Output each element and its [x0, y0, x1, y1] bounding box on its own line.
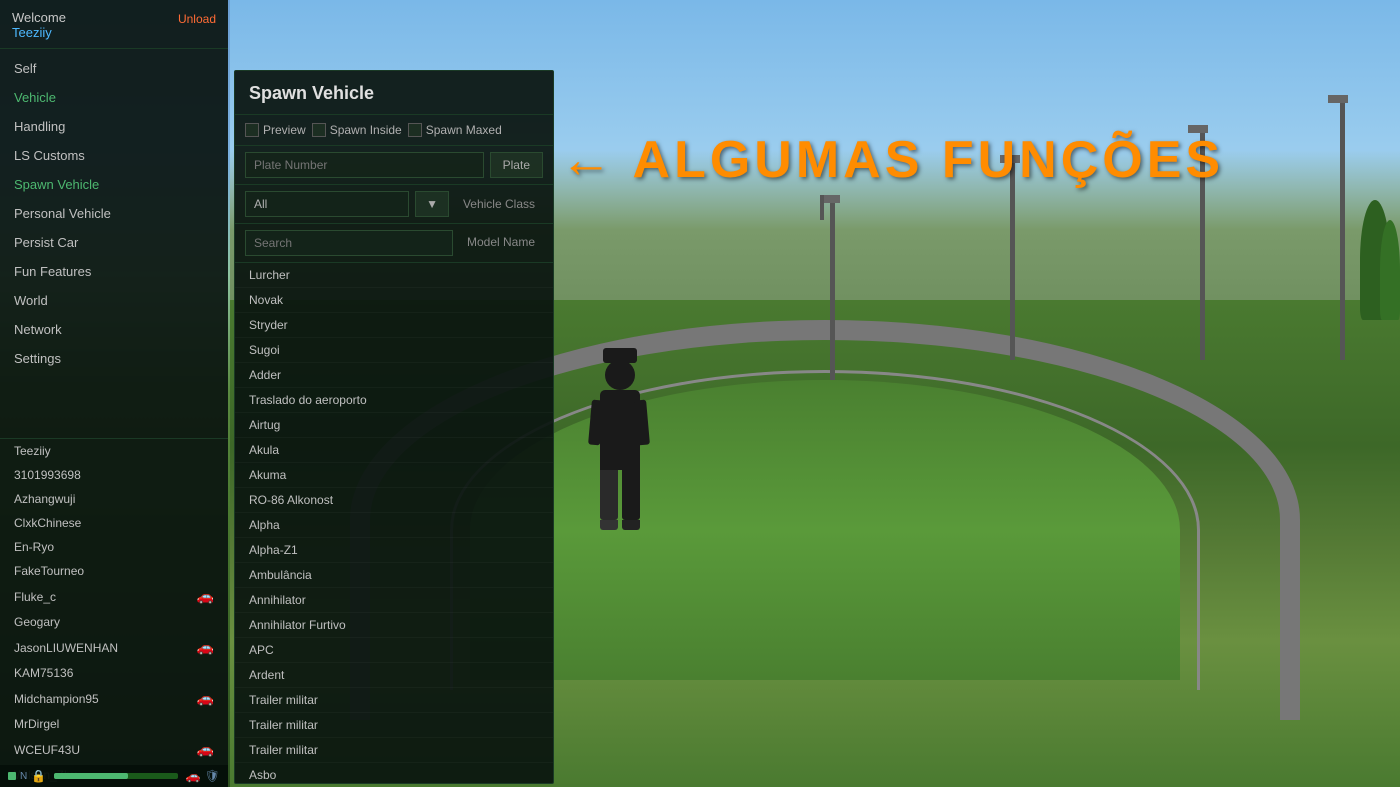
- vehicle-item[interactable]: Akula: [235, 438, 553, 463]
- nav-items: Self Vehicle Handling LS Customs Spawn V…: [0, 49, 228, 438]
- vehicle-item[interactable]: APC: [235, 638, 553, 663]
- vehicle-item[interactable]: Annihilator: [235, 588, 553, 613]
- vehicle-item[interactable]: Asbo: [235, 763, 553, 783]
- nav-header: Welcome Teeziiy Unload: [0, 0, 228, 49]
- plate-number-input[interactable]: [245, 152, 484, 178]
- vehicle-item[interactable]: Sugoi: [235, 338, 553, 363]
- player-item[interactable]: En-Ryo: [0, 535, 228, 559]
- shield-status-icon: 🛡: [205, 769, 220, 783]
- nav-item-self[interactable]: Self: [0, 54, 228, 83]
- spawn-inside-label: Spawn Inside: [330, 123, 402, 137]
- panel-title: Spawn Vehicle: [235, 71, 553, 115]
- vehicle-item[interactable]: Traslado do aeroporto: [235, 388, 553, 413]
- search-row: Model Name: [235, 224, 553, 263]
- panel-options: Preview Spawn Inside Spawn Maxed: [235, 115, 553, 146]
- player-item[interactable]: KAM75136: [0, 661, 228, 685]
- car-status-icon: 🚗: [186, 769, 201, 783]
- preview-checkbox[interactable]: Preview: [245, 123, 306, 137]
- nav-item-network[interactable]: Network: [0, 315, 228, 344]
- overlay-text: ← ALGUMAS FUNÇÕES: [560, 130, 1224, 190]
- status-bar: N 🔒 🚗 🛡: [0, 765, 228, 787]
- player-vehicle-icon: 🚗: [197, 741, 214, 758]
- plate-row: Plate: [235, 146, 553, 185]
- search-input[interactable]: [245, 230, 453, 256]
- player-item[interactable]: Teeziiy: [0, 439, 228, 463]
- nav-item-world[interactable]: World: [0, 286, 228, 315]
- spawn-inside-checkbox-box: [312, 123, 326, 137]
- nav-item-ls-customs[interactable]: LS Customs: [0, 141, 228, 170]
- vehicle-item[interactable]: Novak: [235, 288, 553, 313]
- filter-row: All Compacts Sedans SUVs Coupes Muscle S…: [235, 185, 553, 224]
- vehicle-item[interactable]: Trailer militar: [235, 738, 553, 763]
- spawn-maxed-checkbox[interactable]: Spawn Maxed: [408, 123, 502, 137]
- player-item[interactable]: Azhangwuji: [0, 487, 228, 511]
- vehicle-class-select[interactable]: All Compacts Sedans SUVs Coupes Muscle S…: [245, 191, 409, 217]
- players-section: Teeziiy 3101993698 Azhangwuji ClxkChines…: [0, 438, 228, 787]
- spawn-maxed-checkbox-box: [408, 123, 422, 137]
- vehicle-item[interactable]: Lurcher: [235, 263, 553, 288]
- player-vehicle-icon: 🚗: [197, 588, 214, 605]
- nav-username: Teeziiy: [12, 25, 216, 40]
- filter-dropdown-arrow[interactable]: ▼: [415, 191, 449, 217]
- player-item[interactable]: Fluke_c 🚗: [0, 583, 228, 610]
- vehicle-item[interactable]: Annihilator Furtivo: [235, 613, 553, 638]
- lock-icon: 🔒: [31, 769, 46, 783]
- plate-button[interactable]: Plate: [490, 152, 543, 178]
- vehicle-item[interactable]: Ardent: [235, 663, 553, 688]
- status-indicator: [8, 772, 16, 780]
- player-item[interactable]: 3101993698: [0, 463, 228, 487]
- nav-item-spawn-vehicle[interactable]: Spawn Vehicle: [0, 170, 228, 199]
- vehicle-item[interactable]: Alpha-Z1: [235, 538, 553, 563]
- spawn-vehicle-panel: Spawn Vehicle Preview Spawn Inside Spawn…: [234, 70, 554, 784]
- nav-item-vehicle[interactable]: Vehicle: [0, 83, 228, 112]
- player-item[interactable]: FakeTourneo: [0, 559, 228, 583]
- spawn-maxed-label: Spawn Maxed: [426, 123, 502, 137]
- player-item[interactable]: JasonLIUWENHAN 🚗: [0, 634, 228, 661]
- nav-item-personal-vehicle[interactable]: Personal Vehicle: [0, 199, 228, 228]
- spawn-inside-checkbox[interactable]: Spawn Inside: [312, 123, 402, 137]
- vehicle-item[interactable]: Akuma: [235, 463, 553, 488]
- vehicle-item[interactable]: Trailer militar: [235, 713, 553, 738]
- nav-item-fun-features[interactable]: Fun Features: [0, 257, 228, 286]
- vehicle-item[interactable]: Alpha: [235, 513, 553, 538]
- vehicle-class-label: Vehicle Class: [455, 192, 543, 216]
- player-item[interactable]: ClxkChinese: [0, 511, 228, 535]
- player-vehicle-icon: 🚗: [197, 690, 214, 707]
- preview-label: Preview: [263, 123, 306, 137]
- vehicle-item[interactable]: Airtug: [235, 413, 553, 438]
- player-vehicle-icon: 🚗: [197, 639, 214, 656]
- preview-checkbox-box: [245, 123, 259, 137]
- vehicle-item[interactable]: RO-86 Alkonost: [235, 488, 553, 513]
- unload-button[interactable]: Unload: [178, 12, 216, 26]
- status-n: N: [20, 771, 27, 782]
- vehicle-item[interactable]: Stryder: [235, 313, 553, 338]
- vehicle-item[interactable]: Ambulância: [235, 563, 553, 588]
- nav-item-settings[interactable]: Settings: [0, 344, 228, 373]
- model-name-label: Model Name: [459, 230, 543, 256]
- vehicle-item[interactable]: Trailer militar: [235, 688, 553, 713]
- nav-sidebar: Welcome Teeziiy Unload Self Vehicle Hand…: [0, 0, 228, 787]
- player-item[interactable]: Geogary: [0, 610, 228, 634]
- player-item[interactable]: MrDirgel: [0, 712, 228, 736]
- player-item[interactable]: WCEUF43U 🚗: [0, 736, 228, 763]
- nav-item-handling[interactable]: Handling: [0, 112, 228, 141]
- vehicle-item[interactable]: Adder: [235, 363, 553, 388]
- nav-item-persist-car[interactable]: Persist Car: [0, 228, 228, 257]
- player-item[interactable]: Midchampion95 🚗: [0, 685, 228, 712]
- vehicle-list: Lurcher Novak Stryder Sugoi Adder Trasla…: [235, 263, 553, 783]
